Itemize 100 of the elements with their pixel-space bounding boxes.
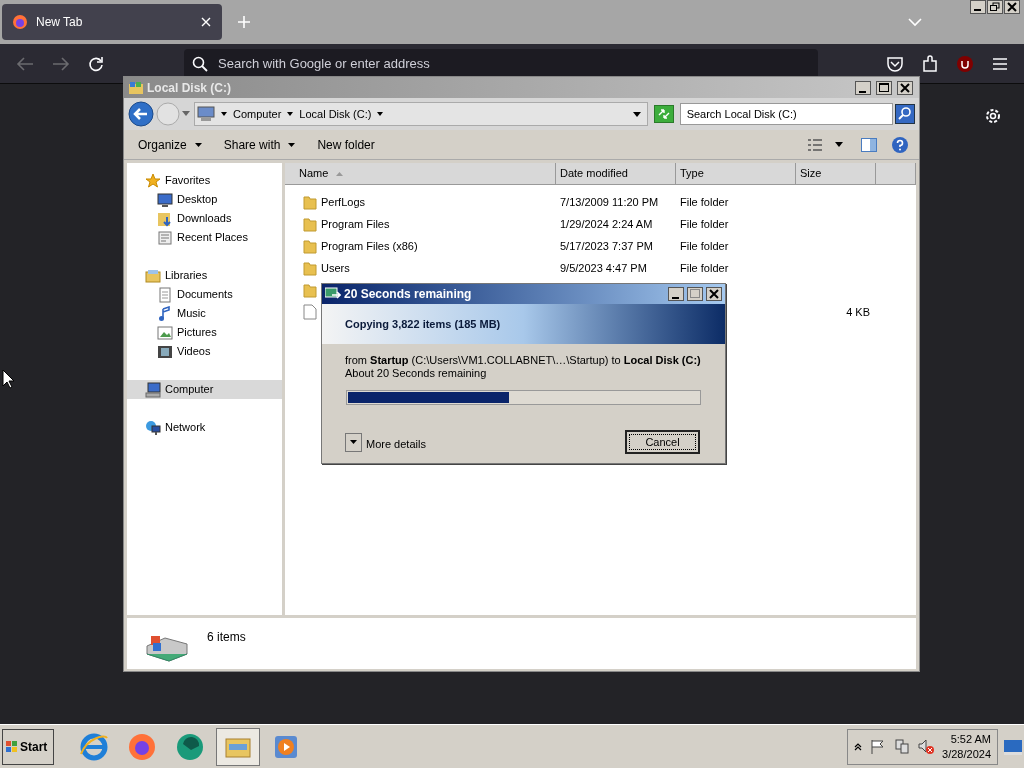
sidebar-item[interactable]: Pictures	[127, 323, 282, 342]
folder-icon	[303, 260, 317, 276]
address-bar[interactable]: Search with Google or enter address	[184, 48, 818, 79]
browser-e-icon	[79, 731, 109, 762]
caret-icon[interactable]	[221, 112, 227, 116]
sidebar-item[interactable]: Network	[127, 418, 282, 437]
restore-icon	[987, 0, 1003, 14]
forward-icon[interactable]	[52, 55, 70, 72]
copy-icon	[325, 287, 341, 301]
close-icon[interactable]	[706, 287, 722, 301]
date-cell: 5/17/2023 7:37 PM	[560, 239, 653, 252]
minimize-icon	[970, 0, 986, 14]
menu-icon[interactable]	[992, 56, 1008, 71]
minimize-icon[interactable]	[668, 287, 684, 301]
chevron-up-icon[interactable]	[854, 742, 863, 751]
browser-tab[interactable]: New Tab	[2, 4, 222, 40]
computer-icon	[197, 106, 215, 122]
windows-flag-icon	[6, 740, 18, 753]
view-icon[interactable]	[807, 137, 823, 152]
caret-icon[interactable]	[287, 112, 294, 116]
column-header[interactable]: Size	[796, 163, 876, 184]
caret-icon[interactable]	[835, 142, 843, 147]
sidebar-item[interactable]: Downloads	[127, 209, 282, 228]
sidebar-item[interactable]: Documents	[127, 285, 282, 304]
sidebar-item[interactable]: Desktop	[127, 190, 282, 209]
type-cell: File folder	[680, 261, 729, 274]
picture-icon	[157, 324, 173, 341]
reload-icon[interactable]	[88, 55, 104, 72]
tab-label: New Tab	[36, 14, 84, 31]
caret-icon[interactable]	[377, 112, 384, 116]
close-icon	[1004, 0, 1020, 14]
date-cell: 7/13/2009 11:20 PM	[560, 195, 659, 208]
help-icon[interactable]	[891, 135, 909, 154]
settings-icon[interactable]	[984, 107, 1002, 125]
clock-time: 5:52 AM	[950, 731, 991, 747]
firefox-icon	[12, 14, 28, 30]
file-name[interactable]: Program Files	[321, 215, 390, 233]
item-count: 6 items	[207, 629, 246, 646]
library-icon	[145, 267, 161, 284]
breadcrumb-item[interactable]: Computer	[233, 105, 282, 123]
pocket-icon[interactable]	[886, 55, 904, 72]
star-icon	[145, 172, 161, 189]
more-details-toggle[interactable]: More details	[345, 431, 426, 453]
folder-icon	[303, 282, 317, 298]
sidebar-item[interactable]: Music	[127, 304, 282, 323]
column-header[interactable]: Type	[676, 163, 796, 184]
sidebar-item[interactable]: Libraries	[127, 266, 282, 285]
toolbar-button[interactable]: Share with	[213, 132, 306, 157]
type-cell: File folder	[680, 217, 729, 230]
film-icon	[157, 343, 173, 360]
windows-folder-icon	[128, 80, 144, 95]
cancel-button[interactable]: Cancel	[625, 430, 700, 454]
close-icon[interactable]	[897, 80, 913, 95]
search-field[interactable]: Search Local Disk (C:)	[679, 103, 893, 125]
time-remaining: About 20 Seconds remaining	[344, 367, 488, 380]
toolbar-button[interactable]: New folder	[307, 132, 385, 157]
file-name[interactable]: Program Files (x86)	[321, 237, 418, 255]
music-note-icon	[157, 305, 173, 322]
date-cell: 9/5/2023 4:47 PM	[560, 261, 647, 274]
file-name[interactable]: Users	[321, 259, 350, 277]
start-button[interactable]: Start	[2, 728, 54, 765]
volume-muted-icon[interactable]	[918, 738, 935, 755]
caret-icon[interactable]	[632, 111, 641, 117]
window-title: 20 Seconds remaining	[344, 286, 473, 303]
document-list-icon	[157, 229, 173, 246]
sidebar-item[interactable]: Recent Places	[127, 228, 282, 247]
toolbar-button[interactable]: Organize	[128, 132, 212, 157]
minimize-icon[interactable]	[855, 80, 871, 95]
column-header[interactable]: Date modified	[556, 163, 676, 184]
type-cell: File folder	[680, 239, 729, 252]
back-icon[interactable]	[128, 101, 154, 127]
search-icon[interactable]	[895, 104, 915, 124]
sidebar-item[interactable]: Favorites	[127, 171, 282, 190]
column-header[interactable]: Name	[285, 163, 556, 184]
clock-date: 3/28/2024	[942, 746, 991, 762]
cursor-icon	[2, 369, 14, 389]
taskbar-app[interactable]	[216, 727, 260, 766]
source-destination-text: from Startup (C:\Users\VM1.COLLABNET\…\Startup) to Local Disk (C:)	[344, 354, 702, 367]
copy-heading: Copying 3,822 items (185 MB)	[345, 316, 501, 332]
caret-icon	[288, 142, 296, 147]
document-icon	[157, 286, 173, 303]
folder-icon	[303, 216, 317, 232]
caret-down-icon	[345, 432, 362, 452]
firefox-icon	[127, 731, 157, 762]
window-title: Local Disk (C:)	[147, 79, 232, 97]
breadcrumb-item[interactable]: Local Disk (C:)	[299, 105, 372, 123]
network-icon[interactable]	[894, 738, 911, 755]
show-desktop-icon[interactable]	[1004, 737, 1022, 756]
size-cell: 4 KB	[846, 305, 870, 318]
preview-pane-icon[interactable]	[861, 137, 877, 152]
file-icon	[303, 304, 317, 320]
type-cell: File folder	[680, 195, 729, 208]
extensions-icon[interactable]	[922, 54, 938, 73]
refresh-icon[interactable]	[653, 105, 674, 123]
sidebar-item[interactable]: Computer	[127, 380, 282, 399]
maximize-icon[interactable]	[876, 80, 892, 95]
address-bar[interactable]: Computer Local Disk (C:)	[194, 102, 648, 126]
sidebar-item[interactable]: Videos	[127, 342, 282, 361]
sort-arrow-icon	[336, 171, 344, 176]
file-name[interactable]: PerfLogs	[321, 193, 366, 211]
